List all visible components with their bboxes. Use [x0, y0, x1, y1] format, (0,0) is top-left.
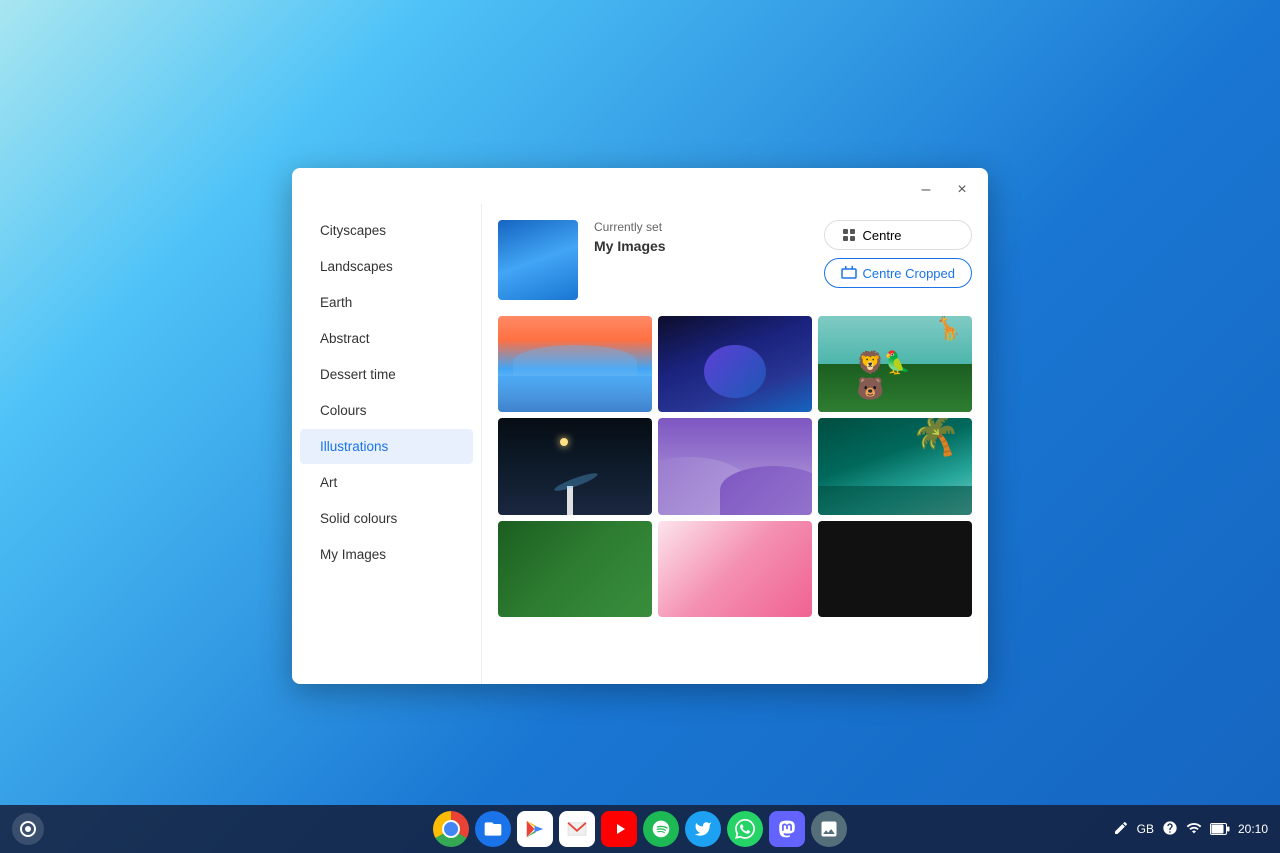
gmail-icon — [566, 821, 588, 837]
crop-icon — [841, 265, 857, 281]
sidebar-item-solid-colours[interactable]: Solid colours — [300, 501, 473, 536]
sidebar-item-landscapes[interactable]: Landscapes — [300, 249, 473, 284]
current-wallpaper-name: My Images — [594, 238, 808, 254]
wallpaper-dialog: – × Cityscapes Landscapes Earth Abstract… — [292, 168, 988, 684]
minimize-button[interactable]: – — [912, 176, 940, 204]
position-buttons: Centre Centre Cropped — [824, 220, 973, 288]
wallpaper-palm[interactable]: 🌴 — [818, 418, 972, 514]
spotify-icon — [651, 819, 671, 839]
wallpaper-beach[interactable] — [498, 316, 652, 412]
wallpaper-animals[interactable]: 🦁🦜🐻 🦒 — [818, 316, 972, 412]
main-area: Currently set My Images Centre — [482, 204, 988, 684]
sidebar-item-illustrations[interactable]: Illustrations — [300, 429, 473, 464]
taskbar-whatsapp[interactable] — [727, 811, 763, 847]
current-set-section: Currently set My Images Centre — [498, 220, 972, 300]
wallpaper-night[interactable] — [498, 418, 652, 514]
sidebar-item-colours[interactable]: Colours — [300, 393, 473, 428]
dialog-titlebar: – × — [292, 168, 988, 204]
sidebar-item-earth[interactable]: Earth — [300, 285, 473, 320]
current-wallpaper-preview — [498, 220, 578, 300]
twitter-icon — [694, 820, 712, 838]
launcher-button[interactable] — [12, 813, 44, 845]
photos-icon — [819, 819, 839, 839]
taskbar-apps — [433, 811, 847, 847]
sidebar-item-cityscapes[interactable]: Cityscapes — [300, 213, 473, 248]
region-label: GB — [1137, 822, 1154, 836]
wallpaper-partial3[interactable] — [818, 521, 972, 617]
mastodon-icon — [777, 819, 797, 839]
taskbar-twitter[interactable] — [685, 811, 721, 847]
close-button[interactable]: × — [948, 176, 976, 204]
launcher-icon — [19, 820, 37, 838]
taskbar-chrome[interactable] — [433, 811, 469, 847]
wallpaper-partial2[interactable] — [658, 521, 812, 617]
taskbar-gmail[interactable] — [559, 811, 595, 847]
dialog-content: Cityscapes Landscapes Earth Abstract Des… — [292, 204, 988, 684]
grid-icon — [841, 227, 857, 243]
playstore-icon — [524, 818, 546, 840]
edit-icon[interactable] — [1113, 820, 1129, 839]
current-preview-image — [498, 220, 578, 300]
help-icon[interactable] — [1162, 820, 1178, 839]
wallpaper-space[interactable] — [658, 316, 812, 412]
wallpaper-desert[interactable] — [658, 418, 812, 514]
sidebar-item-my-images[interactable]: My Images — [300, 537, 473, 572]
taskbar-playstore[interactable] — [517, 811, 553, 847]
status-time: 20:10 — [1238, 822, 1268, 836]
wallpaper-grid: 🦁🦜🐻 🦒 — [498, 316, 972, 617]
battery-icon — [1210, 823, 1230, 835]
taskbar-spotify[interactable] — [643, 811, 679, 847]
sidebar: Cityscapes Landscapes Earth Abstract Des… — [292, 204, 482, 684]
wallpaper-partial1[interactable] — [498, 521, 652, 617]
taskbar-left — [12, 813, 44, 845]
sidebar-item-abstract[interactable]: Abstract — [300, 321, 473, 356]
taskbar-photos[interactable] — [811, 811, 847, 847]
taskbar-youtube[interactable] — [601, 811, 637, 847]
sidebar-item-dessert-time[interactable]: Dessert time — [300, 357, 473, 392]
sidebar-item-art[interactable]: Art — [300, 465, 473, 500]
whatsapp-icon — [735, 819, 755, 839]
youtube-icon — [609, 822, 629, 836]
current-wallpaper-info: Currently set My Images — [594, 220, 808, 266]
wifi-icon — [1186, 820, 1202, 839]
files-icon — [483, 819, 503, 839]
taskbar: GB 20:10 — [0, 805, 1280, 853]
centre-button[interactable]: Centre — [824, 220, 973, 250]
taskbar-right: GB 20:10 — [1113, 820, 1268, 839]
centre-cropped-button[interactable]: Centre Cropped — [824, 258, 973, 288]
taskbar-files[interactable] — [475, 811, 511, 847]
currently-set-label: Currently set — [594, 220, 808, 234]
taskbar-mastodon[interactable] — [769, 811, 805, 847]
